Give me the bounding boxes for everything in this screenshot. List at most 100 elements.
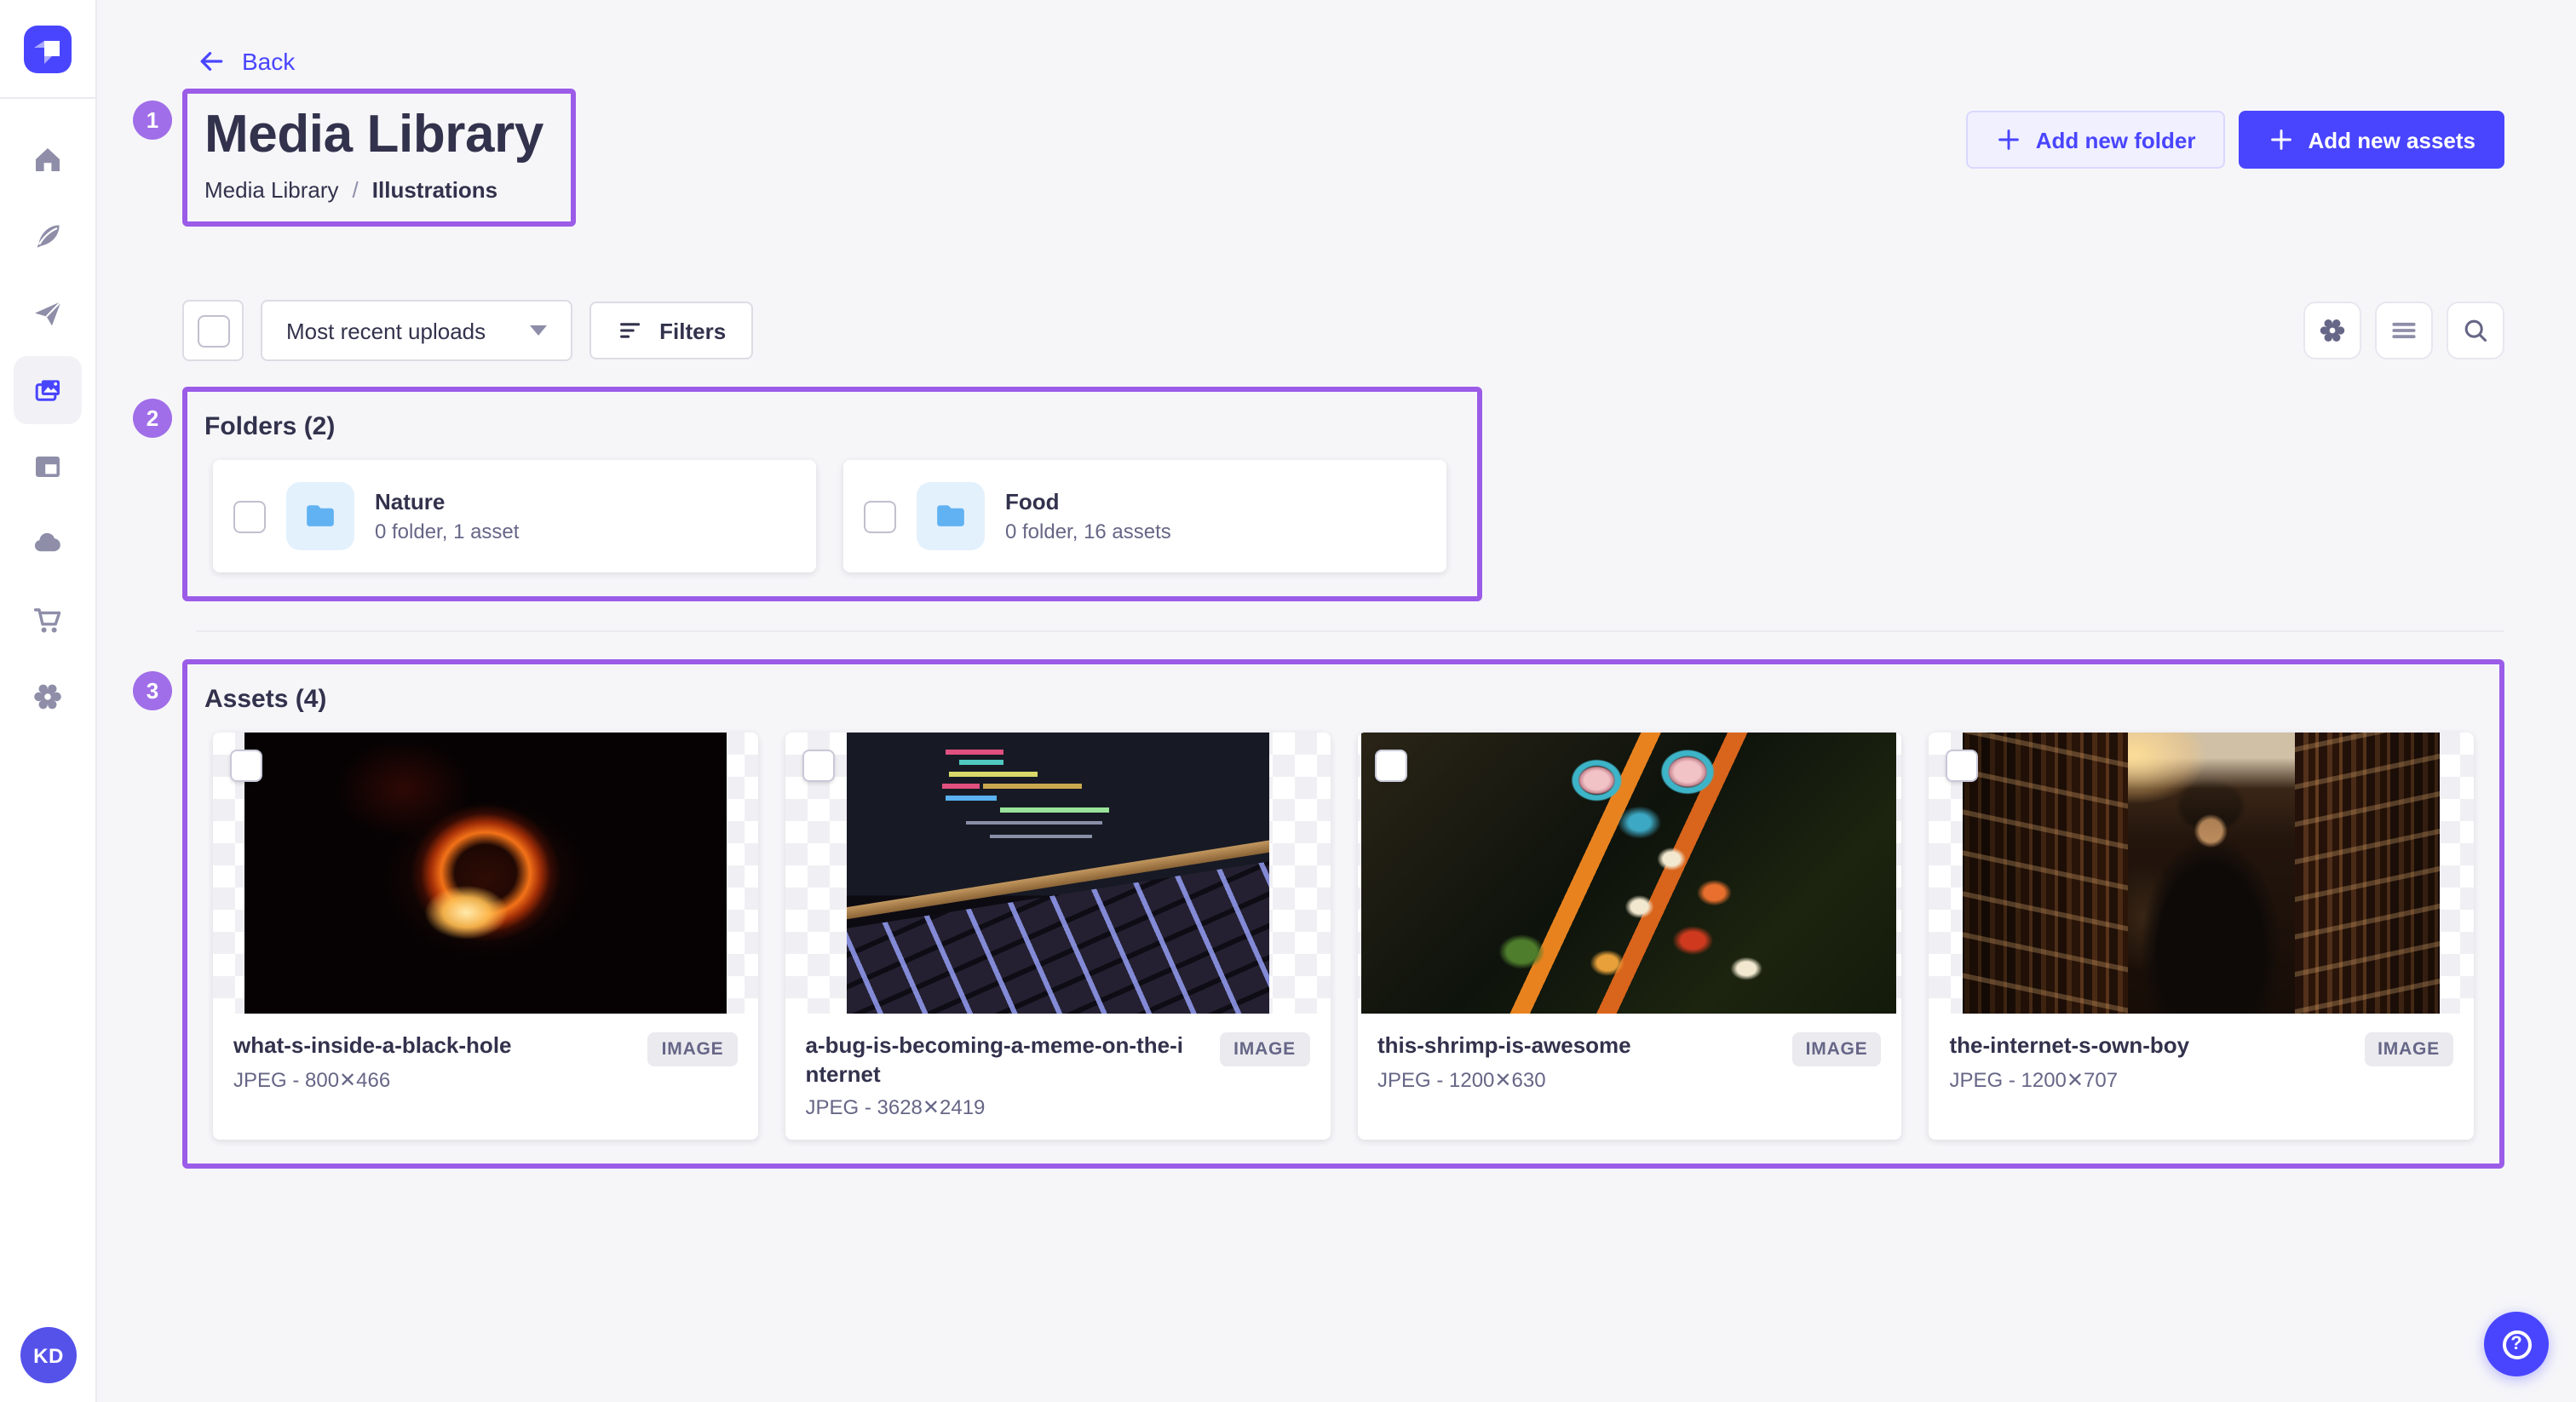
asset-texts: this-shrimp-is-awesome JPEG - 1200✕630 bbox=[1377, 1032, 1631, 1091]
sidebar-item-content-type-builder[interactable] bbox=[14, 433, 82, 501]
main-content: Back 1 Media Library Media Library / Ill… bbox=[95, 0, 2576, 1169]
header-actions: Add new folder Add new assets bbox=[1966, 111, 2504, 169]
filters-label: Filters bbox=[659, 318, 726, 343]
add-new-folder-label: Add new folder bbox=[2036, 127, 2196, 152]
folders-grid: Nature 0 folder, 1 asset Food 0 folder, … bbox=[213, 460, 1446, 572]
folder-checkbox[interactable] bbox=[864, 500, 896, 532]
asset-caption: the-internet-s-own-boy JPEG - 1200✕707 I… bbox=[1929, 1014, 2475, 1141]
back-label: Back bbox=[242, 48, 295, 75]
plus-icon bbox=[1995, 126, 2022, 153]
asset-checkbox[interactable] bbox=[1946, 750, 1979, 782]
asset-type-badge: IMAGE bbox=[1220, 1032, 1309, 1066]
search-icon bbox=[2460, 315, 2491, 346]
asset-type-badge: IMAGE bbox=[2364, 1032, 2453, 1066]
folder-meta: 0 folder, 16 assets bbox=[1005, 520, 1171, 543]
sidebar-item-cloud[interactable] bbox=[14, 509, 82, 577]
asset-checkbox[interactable] bbox=[230, 750, 262, 782]
annotation-box-2: 2 Folders (2) Nature 0 folder, 1 asset bbox=[182, 387, 1482, 601]
add-new-assets-button[interactable]: Add new assets bbox=[2238, 111, 2504, 169]
settings-icon bbox=[2317, 315, 2348, 346]
asset-caption: what-s-inside-a-black-hole JPEG - 800✕46… bbox=[213, 1014, 758, 1141]
header-row: 1 Media Library Media Library / Illustra… bbox=[182, 89, 2504, 227]
folder-card-food[interactable]: Food 0 folder, 16 assets bbox=[843, 460, 1446, 572]
layout-icon bbox=[31, 450, 65, 484]
asset-title: this-shrimp-is-awesome bbox=[1377, 1032, 1631, 1060]
asset-texts: a-bug-is-becoming-a-meme-on-the-internet… bbox=[806, 1032, 1189, 1120]
assets-grid: what-s-inside-a-black-hole JPEG - 800✕46… bbox=[213, 733, 2474, 1141]
asset-image-library-portrait bbox=[1963, 733, 2440, 1014]
folder-name: Nature bbox=[375, 489, 519, 514]
asset-image-mantis-shrimp bbox=[1362, 733, 1897, 1014]
sidebar-item-settings[interactable] bbox=[14, 663, 82, 731]
folder-info: Nature 0 folder, 1 asset bbox=[375, 489, 519, 543]
annotation-box-3: 3 Assets (4) what-s-inside-a-black-hole … bbox=[182, 659, 2504, 1169]
home-icon bbox=[31, 143, 65, 177]
folder-card-nature[interactable]: Nature 0 folder, 1 asset bbox=[213, 460, 816, 572]
select-all-container bbox=[182, 300, 244, 361]
plus-icon bbox=[2267, 126, 2294, 153]
logo-container bbox=[0, 0, 95, 99]
folder-icon bbox=[932, 497, 969, 535]
breadcrumb-current: Illustrations bbox=[372, 177, 497, 203]
help-button[interactable]: ? bbox=[2484, 1312, 2549, 1376]
sort-dropdown[interactable]: Most recent uploads bbox=[261, 300, 572, 361]
asset-caption: this-shrimp-is-awesome JPEG - 1200✕630 I… bbox=[1357, 1014, 1902, 1141]
asset-texts: the-internet-s-own-boy JPEG - 1200✕707 bbox=[1950, 1032, 2190, 1091]
sidebar: KD bbox=[0, 0, 97, 1402]
toolbar: Most recent uploads Filters bbox=[182, 300, 2504, 361]
filter-icon bbox=[617, 317, 644, 344]
strapi-logo[interactable] bbox=[24, 25, 72, 72]
search-button[interactable] bbox=[2447, 302, 2504, 359]
asset-card-shrimp[interactable]: this-shrimp-is-awesome JPEG - 1200✕630 I… bbox=[1357, 733, 1902, 1141]
media-library-icon bbox=[31, 373, 65, 407]
breadcrumb: Media Library / Illustrations bbox=[204, 177, 543, 203]
asset-title: a-bug-is-becoming-a-meme-on-the-internet bbox=[806, 1032, 1189, 1089]
sidebar-nav bbox=[0, 99, 95, 731]
folders-heading: Folders (2) bbox=[204, 412, 1446, 441]
select-all-checkbox[interactable] bbox=[197, 314, 229, 347]
sidebar-item-releases[interactable] bbox=[14, 279, 82, 348]
annotation-badge-3: 3 bbox=[133, 671, 172, 710]
back-link[interactable]: Back bbox=[196, 0, 295, 77]
asset-checkbox[interactable] bbox=[1374, 750, 1406, 782]
cart-icon bbox=[31, 603, 65, 637]
asset-caption: a-bug-is-becoming-a-meme-on-the-internet… bbox=[785, 1014, 1331, 1141]
asset-thumbnail bbox=[1929, 733, 2475, 1014]
strapi-logo-icon bbox=[24, 25, 72, 72]
back-arrow-icon bbox=[196, 46, 227, 77]
folder-info: Food 0 folder, 16 assets bbox=[1005, 489, 1171, 543]
sort-value: Most recent uploads bbox=[286, 318, 486, 343]
chevron-down-icon bbox=[530, 325, 547, 336]
asset-card-internets-own-boy[interactable]: the-internet-s-own-boy JPEG - 1200✕707 I… bbox=[1929, 733, 2475, 1141]
list-view-icon bbox=[2389, 315, 2419, 346]
media-library-page: KD Back 1 Media Library Media Library / … bbox=[0, 0, 2576, 1402]
asset-thumbnail bbox=[1357, 733, 1902, 1014]
cloud-icon bbox=[31, 526, 65, 560]
view-settings-button[interactable] bbox=[2303, 302, 2361, 359]
sidebar-item-media-library[interactable] bbox=[14, 356, 82, 424]
breadcrumb-separator: / bbox=[353, 177, 359, 203]
folder-checkbox[interactable] bbox=[233, 500, 266, 532]
asset-image-laptop-code bbox=[846, 733, 1268, 1014]
breadcrumb-root[interactable]: Media Library bbox=[204, 177, 339, 203]
gear-icon bbox=[31, 680, 65, 714]
folder-name: Food bbox=[1005, 489, 1171, 514]
asset-title: the-internet-s-own-boy bbox=[1950, 1032, 2190, 1060]
folder-tile bbox=[917, 482, 985, 550]
asset-checkbox[interactable] bbox=[802, 750, 835, 782]
list-view-button[interactable] bbox=[2375, 302, 2433, 359]
sidebar-item-content-manager[interactable] bbox=[14, 203, 82, 271]
sidebar-item-home[interactable] bbox=[14, 126, 82, 194]
asset-card-bug-meme[interactable]: a-bug-is-becoming-a-meme-on-the-internet… bbox=[785, 733, 1331, 1141]
user-avatar[interactable]: KD bbox=[20, 1327, 77, 1383]
folder-icon bbox=[302, 497, 339, 535]
folder-tile bbox=[286, 482, 354, 550]
add-new-folder-button[interactable]: Add new folder bbox=[1966, 111, 2225, 169]
asset-meta: JPEG - 3628✕2419 bbox=[806, 1096, 1189, 1120]
asset-thumbnail bbox=[213, 733, 758, 1014]
folder-meta: 0 folder, 1 asset bbox=[375, 520, 519, 543]
sidebar-item-marketplace[interactable] bbox=[14, 586, 82, 654]
toolbar-left: Most recent uploads Filters bbox=[182, 300, 753, 361]
asset-card-black-hole[interactable]: what-s-inside-a-black-hole JPEG - 800✕46… bbox=[213, 733, 758, 1141]
filters-button[interactable]: Filters bbox=[589, 302, 753, 359]
